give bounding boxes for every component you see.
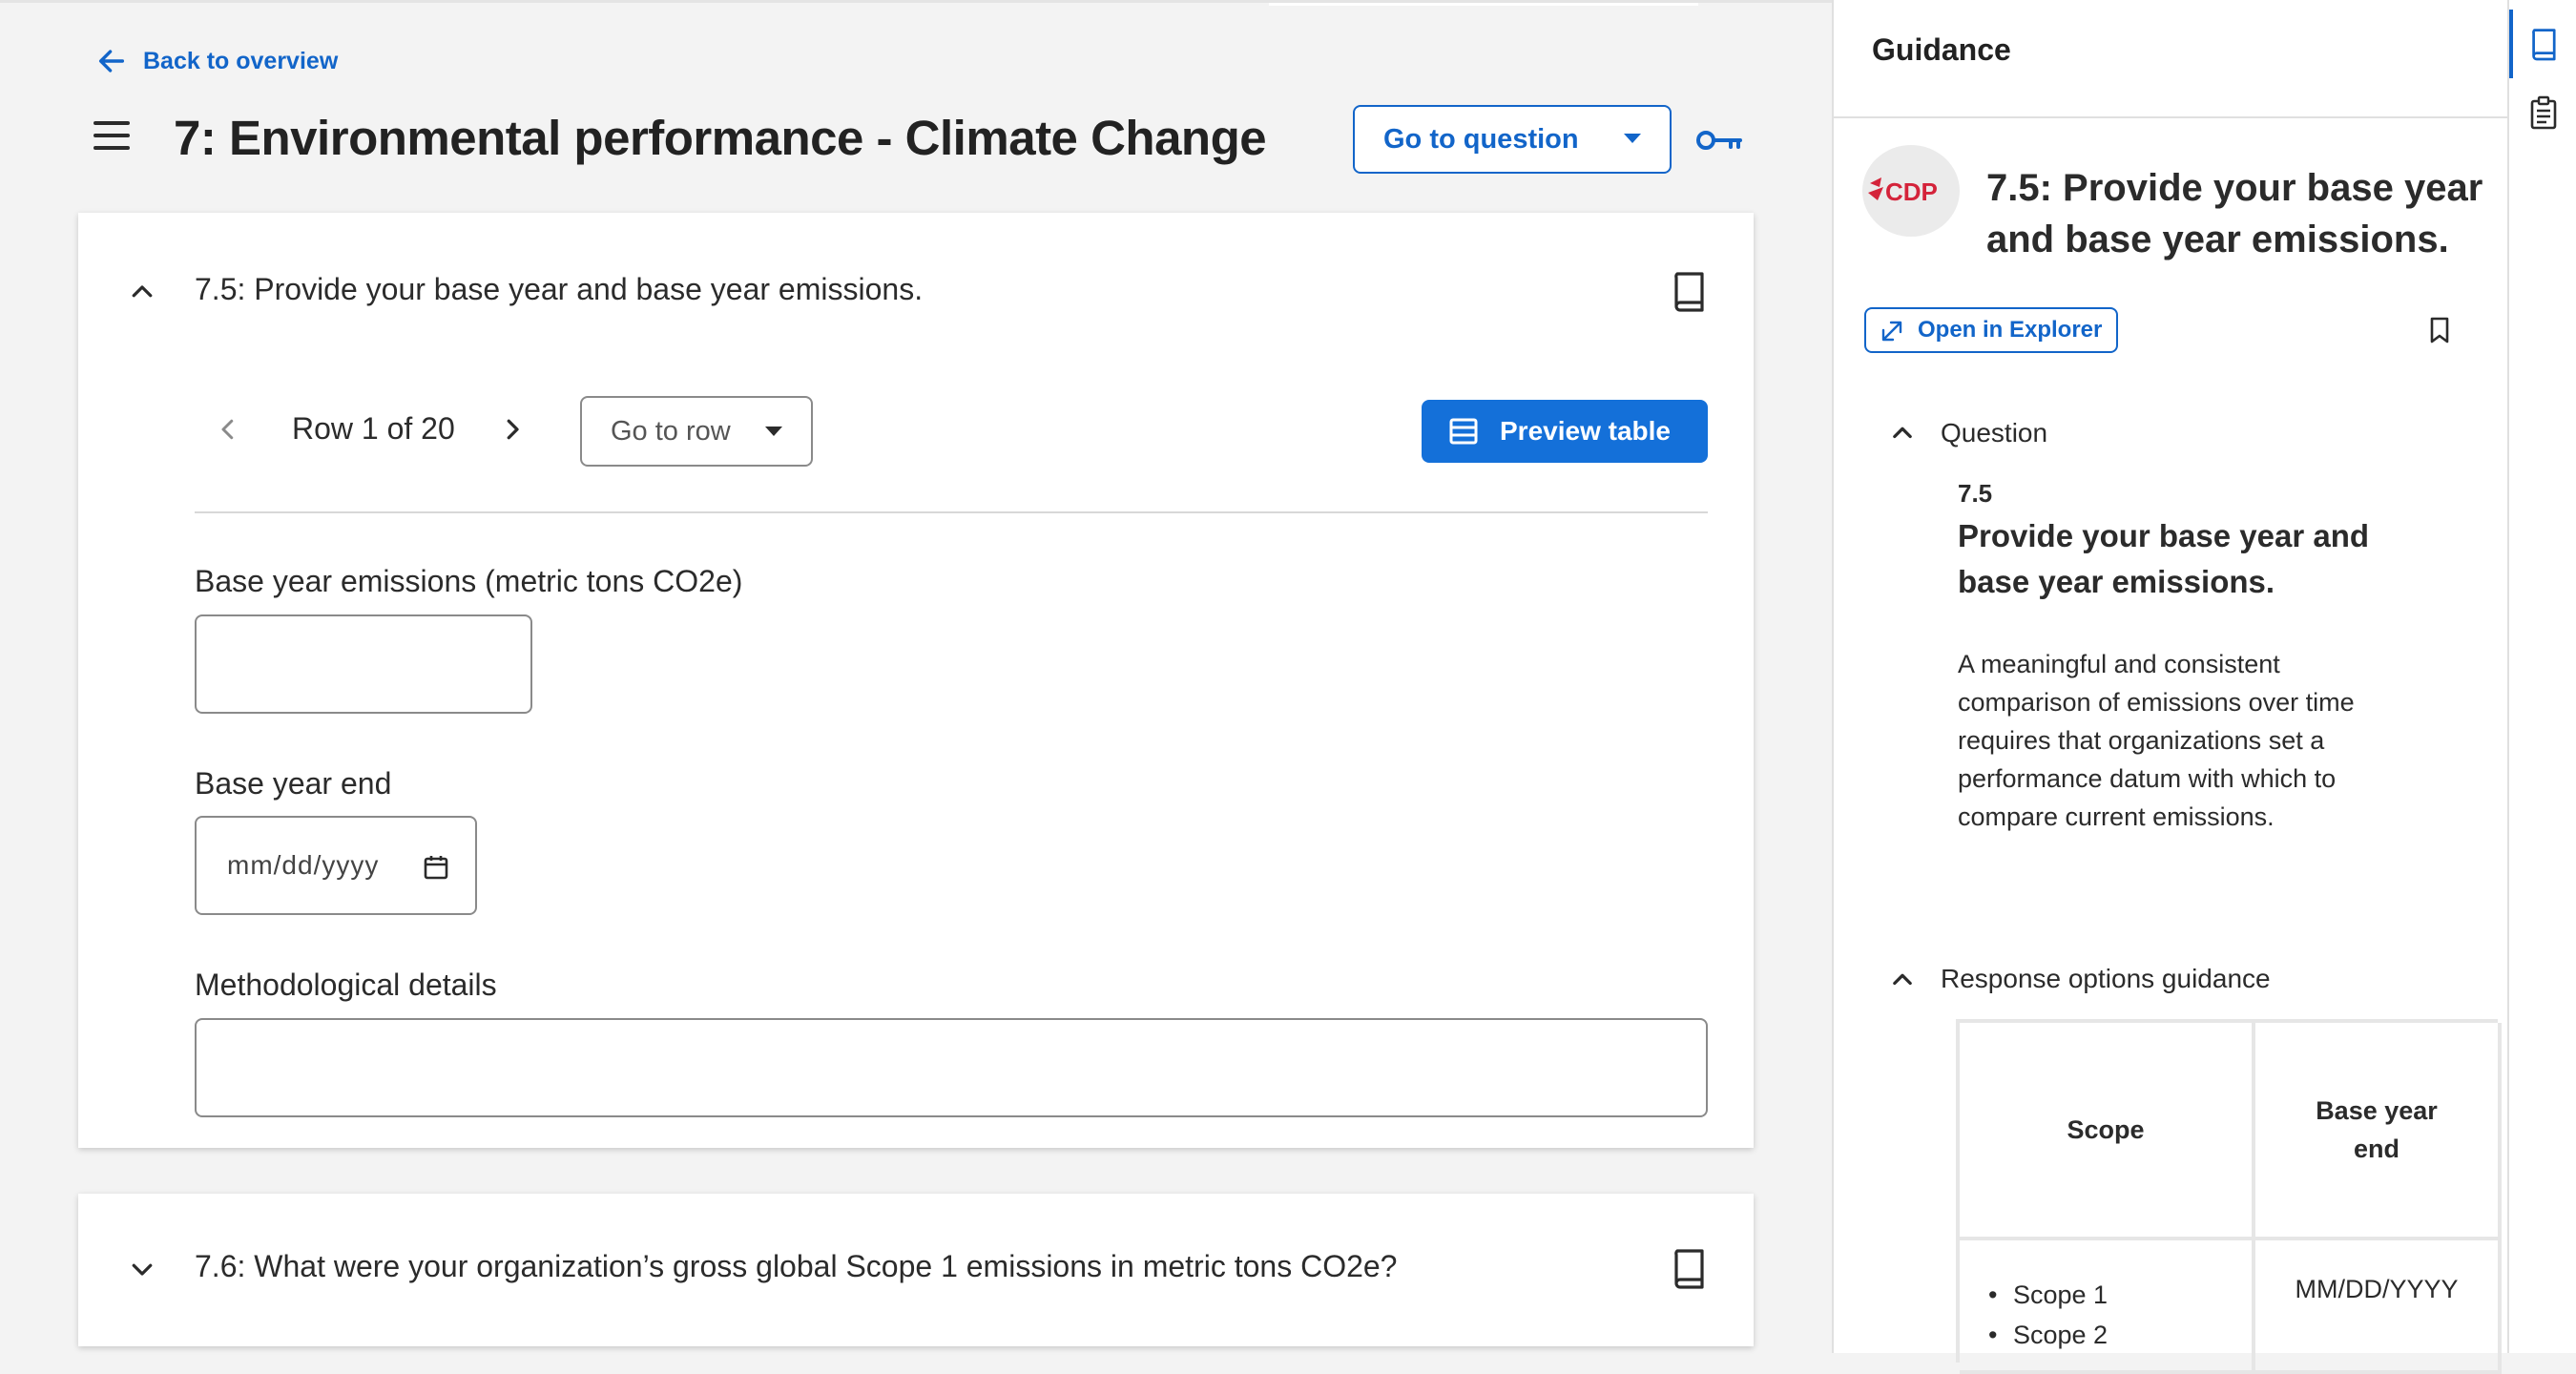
table-header-base-year-end: Base year end (2255, 1023, 2502, 1240)
guidance-question-body: A meaningful and consistent comparison o… (1958, 650, 2355, 831)
response-options-section-label[interactable]: Response options guidance (1941, 964, 2271, 994)
chevron-left-icon[interactable] (214, 415, 242, 444)
bookmark-icon[interactable] (2429, 317, 2450, 344)
side-rail (2507, 0, 2576, 1353)
calendar-icon[interactable] (424, 854, 448, 881)
guidance-question-number: 7.5 (1958, 479, 1993, 508)
chevron-up-icon[interactable] (128, 278, 156, 306)
table-cell-base-year-end: MM/DD/YYYY (2255, 1240, 2502, 1374)
caret-down-icon (765, 427, 782, 436)
question-title-7-6: 7.6: What were your organization’s gross… (195, 1249, 1398, 1283)
chevron-down-icon[interactable] (128, 1255, 156, 1283)
question-card-7-5: 7.5: Provide your base year and base yea… (78, 213, 1754, 1148)
guidance-question-text: Provide your base year and base year emi… (1958, 518, 2370, 599)
table-cell-scope: Scope 1 Scope 2 (1960, 1240, 2255, 1374)
go-to-row-dropdown[interactable]: Go to row (580, 396, 813, 467)
base-year-emissions-input[interactable] (195, 614, 532, 714)
base-year-emissions-label: Base year emissions (metric tons CO2e) (195, 564, 743, 598)
base-year-end-date-input[interactable]: mm/dd/yyyy (195, 816, 477, 915)
open-in-explorer-label: Open in Explorer (1918, 317, 2103, 343)
methodological-details-label: Methodological details (195, 968, 497, 1002)
chevron-up-icon[interactable] (1889, 967, 1916, 993)
chevron-up-icon[interactable] (1889, 420, 1916, 447)
table-icon (1449, 418, 1478, 445)
list-item: Scope 1 (2013, 1275, 2252, 1315)
cdp-logo-mark: CDP (1868, 177, 1938, 206)
page-title: 7: Environmental performance - Climate C… (174, 111, 1267, 165)
response-options-table: Scope Base year end Scope 1 Scope 2 MM/D… (1956, 1019, 2502, 1374)
guidance-title: Guidance (1872, 32, 2011, 67)
active-indicator (2509, 10, 2513, 78)
methodological-details-input[interactable] (195, 1018, 1708, 1117)
arrow-left-icon (98, 50, 125, 73)
main-panel: Back to overview 7: Environmental perfor… (0, 0, 1832, 1353)
svg-text:CDP: CDP (1885, 177, 1938, 206)
question-card-7-6: 7.6: What were your organization’s gross… (78, 1194, 1754, 1346)
date-placeholder: mm/dd/yyyy (227, 850, 380, 880)
list-item: Scope 2 (2013, 1315, 2252, 1355)
caret-down-icon (1624, 134, 1641, 143)
key-icon[interactable] (1694, 121, 1744, 159)
chevron-right-icon[interactable] (498, 415, 527, 444)
table-header-scope: Scope (1960, 1023, 2255, 1240)
hamburger-icon[interactable] (93, 121, 130, 150)
back-to-overview-link[interactable]: Back to overview (95, 45, 338, 77)
expand-icon (1881, 321, 1902, 342)
scope-list: Scope 1 Scope 2 (1960, 1240, 2252, 1355)
clipboard-icon[interactable] (2528, 95, 2559, 130)
book-icon[interactable] (1670, 270, 1708, 312)
top-strip (1269, 3, 1698, 6)
guidance-header: Guidance (1834, 0, 2507, 118)
back-link-label: Back to overview (143, 47, 339, 74)
preview-table-label: Preview table (1500, 416, 1671, 446)
guidance-panel: Guidance CDP 7.5: Provide your base year… (1832, 0, 2507, 1374)
go-to-question-label: Go to question (1383, 123, 1579, 155)
open-in-explorer-button[interactable]: Open in Explorer (1864, 307, 2118, 353)
book-icon[interactable] (2528, 27, 2559, 61)
go-to-question-dropdown[interactable]: Go to question (1353, 105, 1672, 174)
question-section-label[interactable]: Question (1941, 418, 2047, 448)
preview-table-button[interactable]: Preview table (1422, 400, 1708, 463)
divider (195, 511, 1708, 513)
book-icon[interactable] (1670, 1247, 1708, 1289)
row-indicator: Row 1 of 20 (292, 411, 455, 446)
guidance-question-title: 7.5: Provide your base year and base yea… (1986, 167, 2483, 260)
question-title-7-5: 7.5: Provide your base year and base yea… (195, 272, 924, 306)
base-year-end-label: Base year end (195, 766, 392, 801)
go-to-row-label: Go to row (611, 415, 731, 447)
cdp-logo: CDP (1862, 145, 1960, 237)
